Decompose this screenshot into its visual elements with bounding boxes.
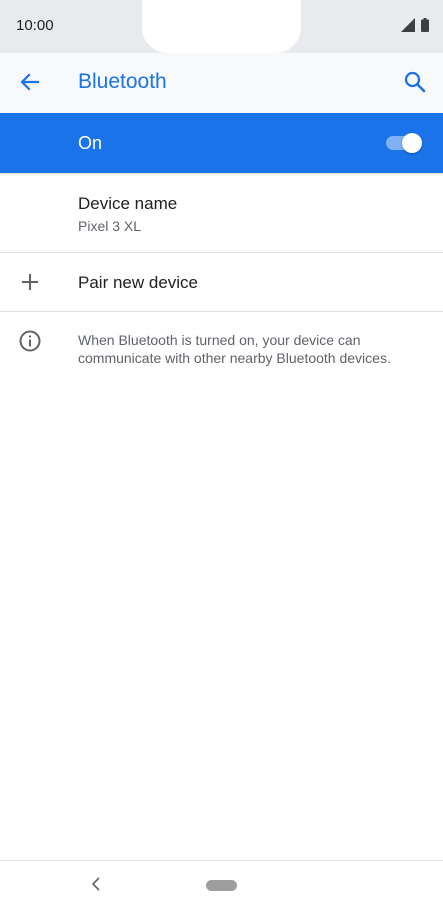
info-icon [18, 329, 42, 353]
device-name-title: Device name [78, 194, 178, 213]
device-name-value: Pixel 3 XL [78, 218, 142, 234]
app-bar: Bluetooth [0, 53, 443, 113]
battery-icon [421, 18, 429, 37]
display-notch [142, 0, 301, 53]
bluetooth-master-switch-bar[interactable]: On [0, 113, 443, 173]
master-switch-label: On [78, 133, 103, 153]
pair-new-device-label: Pair new device [78, 273, 199, 292]
signal-icon [401, 18, 415, 37]
bluetooth-info-text: When Bluetooth is turned on, your device… [78, 332, 391, 366]
search-icon [404, 71, 426, 98]
arrow-back-icon [20, 72, 40, 97]
bluetooth-toggle-switch[interactable] [386, 133, 422, 153]
switch-thumb [402, 133, 422, 153]
nav-back-icon [91, 876, 101, 896]
back-button[interactable] [14, 68, 46, 100]
home-pill-icon[interactable] [206, 880, 237, 891]
page-title: Bluetooth [78, 70, 167, 93]
search-button[interactable] [399, 68, 431, 100]
status-icons [401, 18, 429, 37]
navigation-bar [0, 861, 443, 912]
bluetooth-info-row: When Bluetooth is turned on, your device… [0, 312, 443, 384]
nav-back-button[interactable] [86, 876, 106, 896]
status-time: 10:00 [16, 17, 54, 34]
device-name-row[interactable]: Device name Pixel 3 XL [0, 174, 443, 252]
plus-icon [18, 270, 42, 294]
pair-new-device-row[interactable]: Pair new device [0, 253, 443, 311]
status-bar: 10:00 [0, 0, 443, 53]
